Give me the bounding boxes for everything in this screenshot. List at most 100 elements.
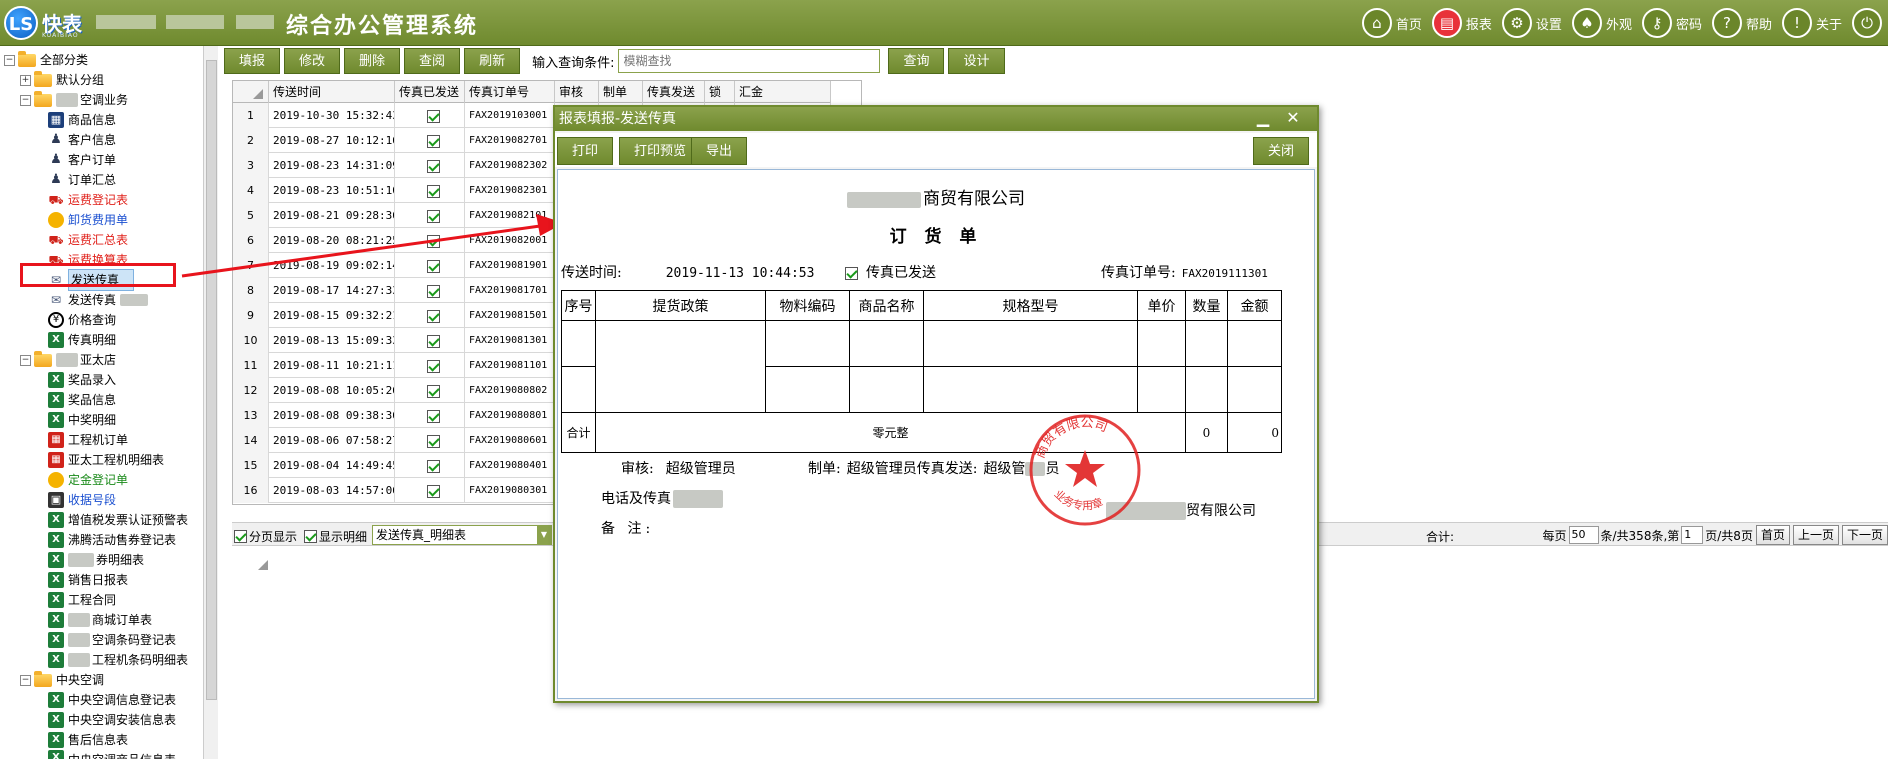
row-number[interactable]: 14 (233, 428, 269, 453)
fax-sent-cell[interactable] (395, 278, 465, 303)
first-page-button[interactable]: 首页 (1755, 525, 1790, 545)
table-cell[interactable] (1227, 366, 1282, 413)
refresh-button[interactable]: 刷新 (464, 48, 521, 74)
fax-sent-cell[interactable] (395, 428, 465, 453)
fax-sent-cell[interactable] (395, 153, 465, 178)
checkbox-checked-icon[interactable] (427, 259, 440, 273)
checkbox-checked-icon[interactable] (427, 409, 440, 423)
send-time-cell[interactable]: 2019-08-06 07:58:27 (269, 428, 395, 453)
table-cell[interactable] (561, 366, 596, 413)
row-number[interactable]: 5 (233, 203, 269, 228)
delete-button[interactable]: 删除 (344, 48, 401, 74)
fax-sent-cell[interactable] (395, 228, 465, 253)
tree-item-central-ac-register[interactable]: X 中央空调信息登记表 (48, 690, 176, 710)
tree-item-order-summary[interactable]: ♟ 订单汇总 (48, 170, 116, 190)
tree-item-deposit-register[interactable]: 定金登记单 (48, 470, 128, 490)
table-cell[interactable] (1227, 320, 1282, 367)
tree-item-unloading-fee[interactable]: 卸货费用单 (48, 210, 128, 230)
column-header[interactable]: 传真发送 (643, 81, 705, 103)
checkbox-checked-icon[interactable] (427, 209, 440, 223)
tree-item-receipt-range[interactable]: ▣ 收据号段 (48, 490, 116, 510)
checkbox-checked-icon[interactable] (234, 530, 247, 543)
send-time-cell[interactable]: 2019-08-03 14:57:06 (269, 478, 395, 503)
table-cell[interactable] (595, 320, 766, 413)
row-number[interactable]: 13 (233, 403, 269, 428)
table-cell[interactable] (1185, 320, 1228, 367)
fax-sent-cell[interactable] (395, 303, 465, 328)
per-page-spinner[interactable]: 50 (1568, 526, 1599, 544)
view-button[interactable]: 查阅 (404, 48, 461, 74)
send-time-cell[interactable]: 2019-08-08 09:38:36 (269, 403, 395, 428)
checkbox-checked-icon[interactable] (427, 234, 440, 248)
checkbox-checked-icon[interactable] (427, 134, 440, 148)
fax-order-cell[interactable]: FAX2019080601 (465, 428, 555, 453)
fax-order-cell[interactable]: FAX2019082101 (465, 203, 555, 228)
nav-home-button[interactable]: ⌂ 首页 (1358, 5, 1428, 41)
show-detail-checkbox[interactable]: 显示明细 (304, 528, 367, 545)
nav-exit-button[interactable]: ⏻ (1848, 5, 1888, 41)
tree-item-engineering-order[interactable]: ▦ 工程机订单 (48, 430, 128, 450)
checkbox-checked-icon[interactable] (427, 459, 440, 473)
tree-item-after-sales[interactable]: X 售后信息表 (48, 730, 128, 750)
send-time-cell[interactable]: 2019-08-04 14:49:45 (269, 453, 395, 478)
export-button[interactable]: 导出 (691, 137, 748, 165)
row-number[interactable]: 7 (233, 253, 269, 278)
row-number[interactable]: 8 (233, 278, 269, 303)
checkbox-checked-icon[interactable] (427, 109, 440, 123)
row-number[interactable]: 11 (233, 353, 269, 378)
fax-order-cell[interactable]: FAX2019082701 (465, 128, 555, 153)
checkbox-checked-icon[interactable] (427, 484, 440, 498)
scrollbar-thumb[interactable] (206, 60, 217, 700)
tree-item-default-group[interactable]: + 默认分组 (20, 70, 104, 90)
tree-item-ac-barcode[interactable]: X 空调条码登记表 (48, 630, 176, 650)
next-page-button[interactable]: 下一页 (1841, 525, 1888, 545)
send-time-cell[interactable]: 2019-08-21 09:28:36 (269, 203, 395, 228)
nav-help-button[interactable]: ? 帮助 (1708, 5, 1778, 41)
fax-order-cell[interactable]: FAX2019080802 (465, 378, 555, 403)
table-cell[interactable] (923, 366, 1138, 413)
collapse-icon[interactable]: − (20, 354, 31, 366)
send-time-cell[interactable]: 2019-08-19 09:02:14 (269, 253, 395, 278)
tree-item-freight-summary[interactable]: ⛟ 运费汇总表 (48, 230, 128, 250)
checkbox-checked-icon[interactable] (427, 159, 440, 173)
fax-order-cell[interactable]: FAX2019081901 (465, 253, 555, 278)
fax-sent-cell[interactable] (395, 178, 465, 203)
fax-order-cell[interactable]: FAX2019080801 (465, 403, 555, 428)
dialog-close-button[interactable]: 关闭 (1253, 137, 1310, 165)
fax-order-cell[interactable]: FAX2019082001 (465, 228, 555, 253)
fax-order-cell[interactable]: FAX2019103001 (465, 103, 555, 128)
fax-sent-cell[interactable] (395, 403, 465, 428)
fax-sent-cell[interactable] (395, 378, 465, 403)
fax-order-cell[interactable]: FAX2019080401 (465, 453, 555, 478)
send-time-cell[interactable]: 2019-08-11 10:21:11 (269, 353, 395, 378)
tree-item-prize-entry[interactable]: X 奖品录入 (48, 370, 116, 390)
tree-item-mall-order[interactable]: X 商城订单表 (48, 610, 152, 630)
tree-root[interactable]: − 全部分类 (4, 50, 88, 70)
row-number[interactable]: 12 (233, 378, 269, 403)
tree-item-price-query[interactable]: ¥ 价格查询 (48, 310, 116, 330)
tree-item-customer-info[interactable]: ♟ 客户信息 (48, 130, 116, 150)
fax-sent-cell[interactable] (395, 328, 465, 353)
fax-order-cell[interactable]: FAX2019082301 (465, 178, 555, 203)
table-cell[interactable] (923, 320, 1138, 367)
table-cell[interactable] (765, 366, 850, 413)
tree-item-engineering-barcode[interactable]: X 工程机条码明细表 (48, 650, 188, 670)
table-cell[interactable] (849, 320, 924, 367)
fax-order-cell[interactable]: FAX2019080301 (465, 478, 555, 503)
fax-order-cell[interactable]: FAX2019082302 (465, 153, 555, 178)
column-header[interactable]: 审核 (555, 81, 599, 103)
collapse-icon[interactable]: − (4, 54, 15, 66)
tree-item-freight-register[interactable]: ⛟ 运费登记表 (48, 190, 128, 210)
tree-item-daily-sales[interactable]: X 销售日报表 (48, 570, 128, 590)
expand-icon[interactable]: + (20, 74, 31, 86)
tree-item-central-ac-products[interactable]: X 中央空调商品信息表 (48, 750, 176, 759)
send-time-cell[interactable]: 2019-08-27 10:12:16 (269, 128, 395, 153)
tree-item-asia-pacific-store[interactable]: − 亚太店 (20, 350, 116, 370)
tree-item-vat-warning[interactable]: X 增值税发票认证预警表 (48, 510, 188, 530)
row-number[interactable]: 16 (233, 478, 269, 503)
tree-item-coupon-detail[interactable]: X 券明细表 (48, 550, 144, 570)
fax-order-cell[interactable]: FAX2019081301 (465, 328, 555, 353)
tree-item-winning-detail[interactable]: X 中奖明细 (48, 410, 116, 430)
send-time-cell[interactable]: 2019-08-17 14:27:33 (269, 278, 395, 303)
grid-corner[interactable] (233, 81, 269, 103)
